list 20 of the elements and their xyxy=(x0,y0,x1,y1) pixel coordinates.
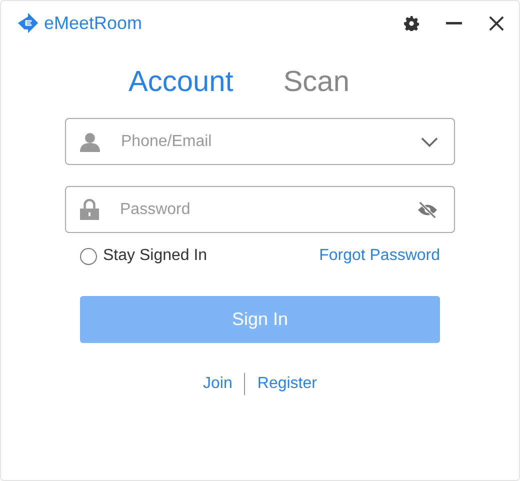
window-title: eMeetRoom xyxy=(44,12,142,34)
input-field[interactable]: Phone/Email xyxy=(65,118,455,165)
lock-icon xyxy=(80,199,99,220)
minimize-icon[interactable] xyxy=(446,22,462,24)
text-input[interactable]: Phone/Email xyxy=(119,132,402,152)
chevron-down-icon[interactable] xyxy=(421,136,438,146)
forgot-password-link[interactable]: Forgot Password xyxy=(319,247,440,265)
settings-icon[interactable] xyxy=(404,16,419,30)
close-icon[interactable] xyxy=(489,16,504,30)
eye-hidden-icon[interactable] xyxy=(417,202,438,218)
checkbox-label: Stay Signed In xyxy=(103,247,208,265)
join-link[interactable]: Join xyxy=(203,375,232,393)
register-link[interactable]: Register xyxy=(257,375,317,393)
tab[interactable]: Scan xyxy=(283,66,350,99)
person-icon xyxy=(80,132,100,152)
text-input[interactable]: Password xyxy=(118,200,398,220)
input-field[interactable]: Password xyxy=(65,186,455,233)
logo-icon xyxy=(17,12,39,34)
tab[interactable]: Account xyxy=(128,66,234,99)
checkbox[interactable] xyxy=(80,248,97,264)
